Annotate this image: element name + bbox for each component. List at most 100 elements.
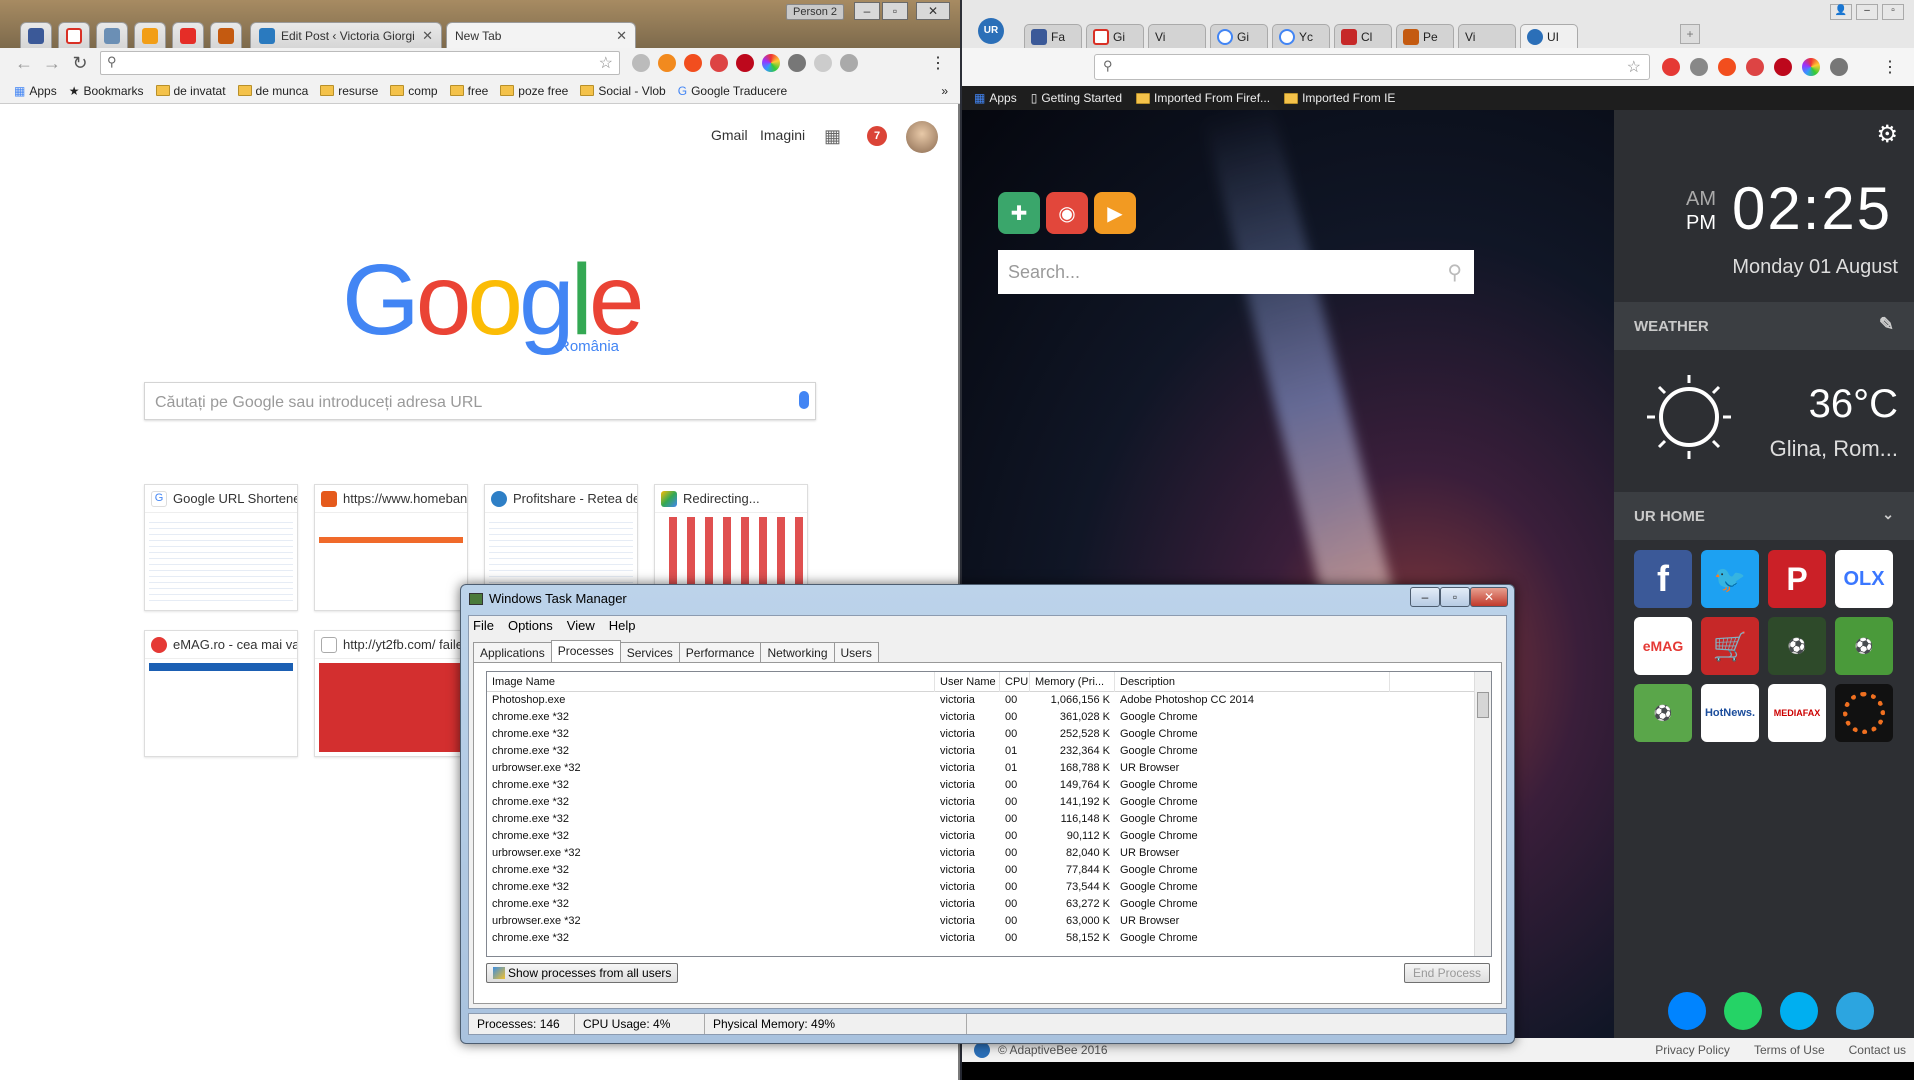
- most-visited-tile[interactable]: https://www.homebank: [314, 484, 468, 611]
- tab-pe[interactable]: Pe: [1396, 24, 1454, 48]
- pinterest-icon[interactable]: [736, 54, 754, 72]
- social-icon[interactable]: ◉: [1046, 192, 1088, 234]
- chevron-down-icon[interactable]: ⌄: [1882, 506, 1894, 523]
- bookmark-bookmarks[interactable]: ★ Bookmarks: [69, 84, 144, 98]
- bookmark-apps[interactable]: ▦ Apps: [14, 84, 57, 98]
- bookmark-folder[interactable]: resurse: [320, 84, 378, 98]
- col-description[interactable]: Description: [1115, 672, 1390, 692]
- extension-icon[interactable]: [1746, 58, 1764, 76]
- extension-icon[interactable]: [788, 54, 806, 72]
- bookmark-folder[interactable]: comp: [390, 84, 438, 98]
- back-icon[interactable]: ←: [10, 53, 38, 74]
- close-icon[interactable]: ✕: [616, 28, 627, 44]
- tab-edit-post[interactable]: Edit Post ‹ Victoria Giorgi ✕: [250, 22, 442, 48]
- tab-yc[interactable]: Yc: [1272, 24, 1330, 48]
- col-cpu[interactable]: CPU: [1000, 672, 1030, 692]
- bookmark-folder[interactable]: free: [449, 84, 488, 98]
- telegram-icon[interactable]: [1836, 992, 1874, 1030]
- close-icon[interactable]: ✕: [422, 28, 433, 44]
- person-badge[interactable]: Person 2: [786, 4, 845, 20]
- most-visited-tile[interactable]: http://yt2fb.com/ faile: [314, 630, 468, 757]
- pinned-tab-6[interactable]: [210, 22, 242, 48]
- tab-processes[interactable]: Processes: [550, 640, 621, 662]
- game-icon[interactable]: ⚽: [1768, 617, 1826, 675]
- minimize-button[interactable]: –: [1856, 4, 1878, 20]
- pinterest-icon[interactable]: P: [1768, 550, 1826, 608]
- tab-networking[interactable]: Networking: [760, 642, 835, 662]
- address-bar[interactable]: ⚲ ☆: [100, 51, 620, 75]
- pinned-tab-youtube[interactable]: [172, 22, 204, 48]
- google-search-input[interactable]: Căutați pe Google sau introduceți adresa…: [144, 382, 816, 420]
- close-button[interactable]: ✕: [916, 2, 950, 20]
- menu-icon[interactable]: ⋮: [1882, 57, 1898, 77]
- table-row[interactable]: chrome.exe *32 victoria 00 63,272 K Google C…: [487, 896, 1491, 913]
- tab-ur-active[interactable]: UI: [1520, 24, 1578, 48]
- notifications-badge[interactable]: 7: [867, 126, 887, 146]
- extension-icon[interactable]: [684, 54, 702, 72]
- pinned-tab-gmail[interactable]: [58, 22, 90, 48]
- ur-logo-icon[interactable]: UR: [978, 18, 1004, 44]
- bookmark-folder[interactable]: de munca: [237, 84, 308, 98]
- terms-link[interactable]: Terms of Use: [1754, 1043, 1825, 1057]
- tab-vi[interactable]: Vi: [1148, 24, 1206, 48]
- mediafax-icon[interactable]: MEDIAFAX: [1768, 684, 1826, 742]
- bookmark-folder[interactable]: Imported From Firef...: [1136, 91, 1270, 105]
- twitter-icon[interactable]: 🐦: [1701, 550, 1759, 608]
- bookmark-folder[interactable]: Imported From IE: [1284, 91, 1395, 105]
- color-picker-icon[interactable]: [1802, 58, 1820, 76]
- olx-icon[interactable]: OLX: [1835, 550, 1893, 608]
- most-visited-tile[interactable]: G Google URL Shortener: [144, 484, 298, 611]
- extension-icon[interactable]: [1830, 58, 1848, 76]
- tab-new-tab[interactable]: New Tab ✕: [446, 22, 636, 48]
- maximize-button[interactable]: ▫: [882, 2, 908, 20]
- table-row[interactable]: chrome.exe *32 victoria 00 90,112 K Google C…: [487, 828, 1491, 845]
- tab-gi[interactable]: Gi: [1086, 24, 1144, 48]
- pinned-tab-3[interactable]: [96, 22, 128, 48]
- tab-users[interactable]: Users: [833, 642, 879, 662]
- end-process-button[interactable]: End Process: [1404, 963, 1490, 983]
- messenger-icon[interactable]: [1668, 992, 1706, 1030]
- chevron-right-icon[interactable]: »: [941, 84, 948, 98]
- maximize-button[interactable]: ▫: [1440, 587, 1470, 607]
- col-user-name[interactable]: User Name: [935, 672, 1000, 692]
- ur-search-input[interactable]: Search... ⚲: [998, 250, 1474, 294]
- images-link[interactable]: Imagini: [760, 127, 805, 143]
- table-row[interactable]: chrome.exe *32 victoria 00 141,192 K Google …: [487, 794, 1491, 811]
- reload-icon[interactable]: ↻: [66, 53, 94, 74]
- search-icon[interactable]: ⚲: [1447, 260, 1462, 285]
- pinned-tab-analytics[interactable]: [134, 22, 166, 48]
- table-row[interactable]: chrome.exe *32 victoria 00 58,152 K Google C…: [487, 930, 1491, 947]
- play-icon[interactable]: ▶: [1094, 192, 1136, 234]
- tab-performance[interactable]: Performance: [678, 642, 762, 662]
- pinterest-icon[interactable]: [1774, 58, 1792, 76]
- extension-icon[interactable]: [814, 54, 832, 72]
- hotnews-icon[interactable]: HotNews.: [1701, 684, 1759, 742]
- extension-icon[interactable]: [1662, 58, 1680, 76]
- table-row[interactable]: chrome.exe *32 victoria 00 361,028 K Google …: [487, 709, 1491, 726]
- bookmark-folder[interactable]: Social - Vlob: [580, 84, 666, 98]
- new-tab-button[interactable]: +: [1680, 24, 1700, 44]
- bookmark-getting-started[interactable]: ▯ Getting Started: [1031, 91, 1122, 105]
- apps-grid-icon[interactable]: ▦: [824, 126, 841, 147]
- bookmark-folder[interactable]: de invatat: [155, 84, 226, 98]
- cart-icon[interactable]: 🛒: [1701, 617, 1759, 675]
- player-icon[interactable]: ⚽: [1634, 684, 1692, 742]
- tab-fa[interactable]: Fa: [1024, 24, 1082, 48]
- close-button[interactable]: ✕: [1470, 587, 1508, 607]
- table-row[interactable]: urbrowser.exe *32 victoria 01 168,788 K UR B…: [487, 760, 1491, 777]
- pinned-tab-facebook[interactable]: [20, 22, 52, 48]
- bookmark-folder[interactable]: poze free: [500, 84, 568, 98]
- extension-icon[interactable]: [1718, 58, 1736, 76]
- soccer-icon[interactable]: ⚽: [1835, 617, 1893, 675]
- tab-applications[interactable]: Applications: [473, 642, 552, 662]
- extension-icon[interactable]: [840, 54, 858, 72]
- star-icon[interactable]: ☆: [599, 53, 613, 73]
- minimize-button[interactable]: –: [854, 2, 880, 20]
- avatar[interactable]: [906, 121, 938, 153]
- menu-help[interactable]: Help: [609, 618, 636, 633]
- scrollbar[interactable]: [1474, 672, 1491, 956]
- table-row[interactable]: chrome.exe *32 victoria 00 252,528 K Google …: [487, 726, 1491, 743]
- extension-icon[interactable]: [1690, 58, 1708, 76]
- tab-services[interactable]: Services: [619, 642, 680, 662]
- tab-cl[interactable]: Cl: [1334, 24, 1392, 48]
